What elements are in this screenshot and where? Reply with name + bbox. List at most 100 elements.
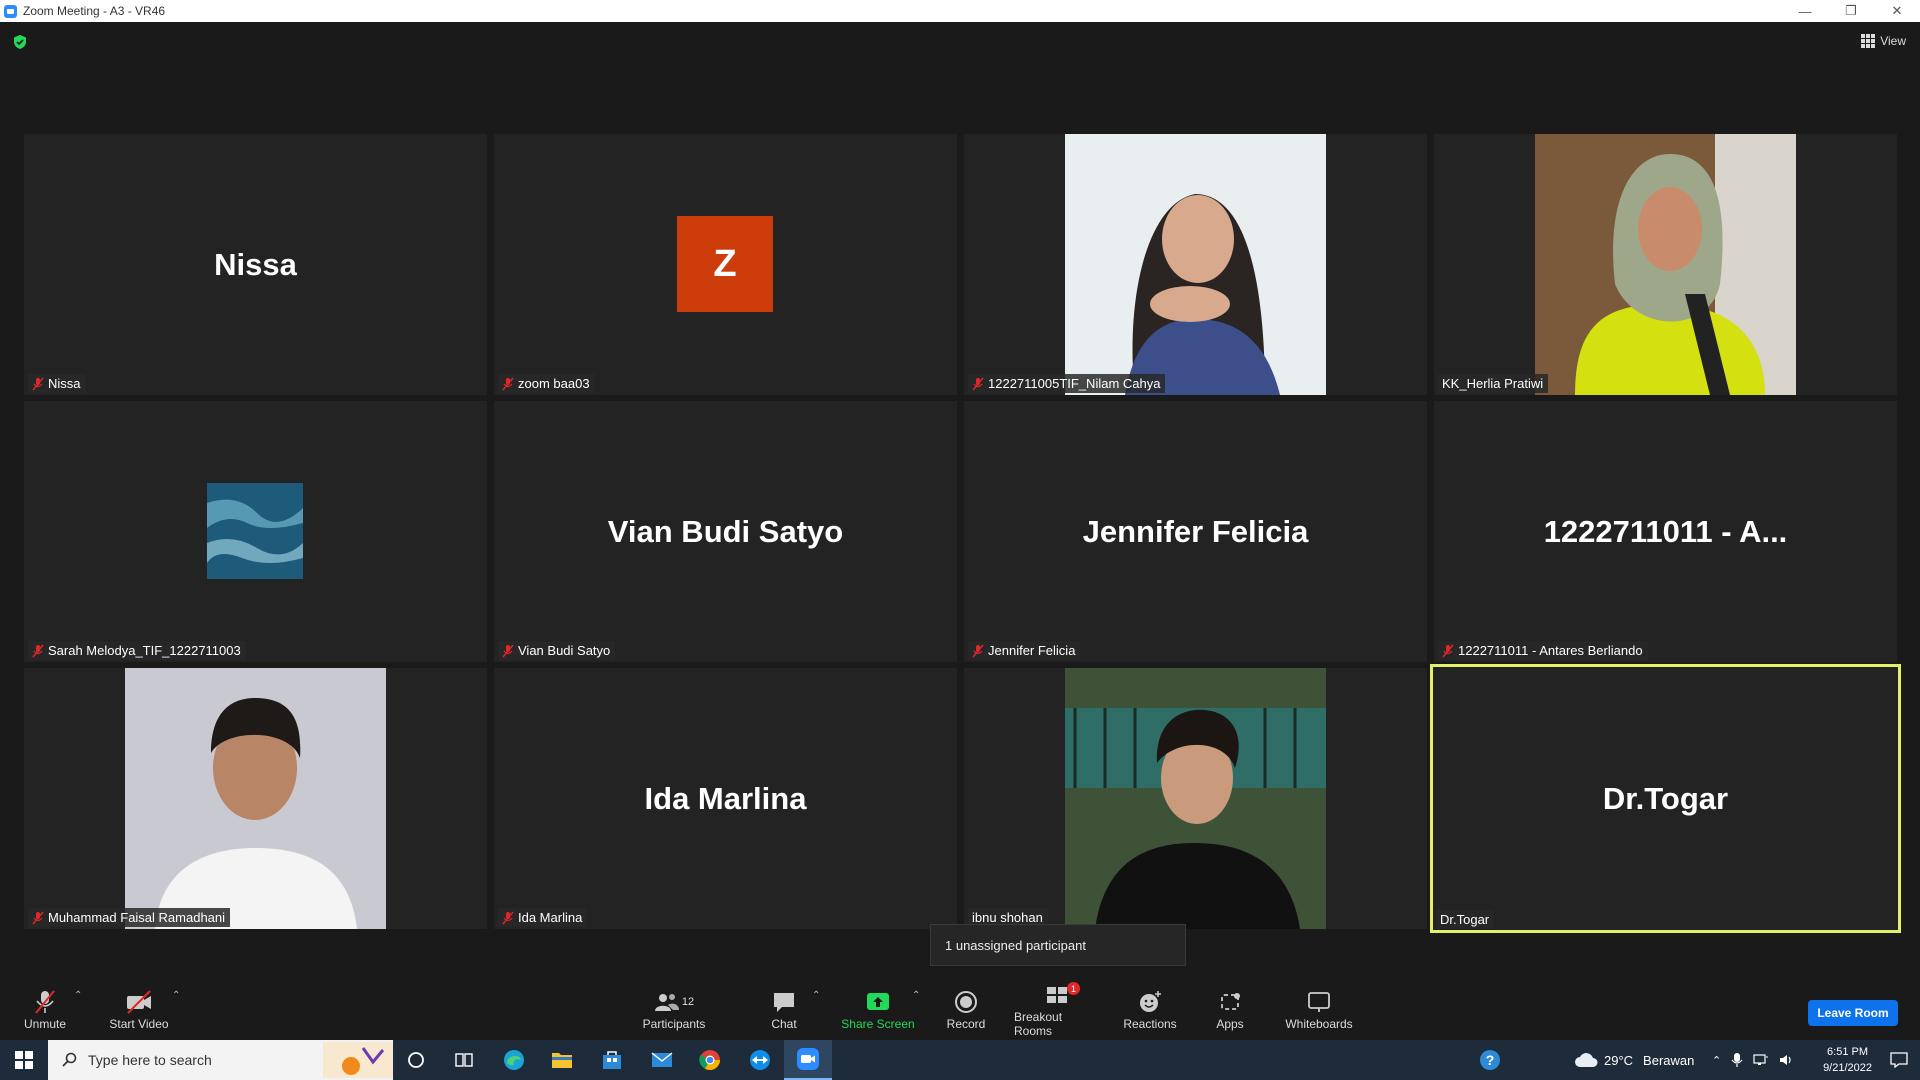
weather-widget[interactable]: 29°C Berawan [1574,1040,1694,1080]
participants-icon-wrap: 12 [652,989,696,1015]
video-tile-zoom-baa03[interactable]: Z zoom baa03 [494,134,957,395]
whiteboards-button[interactable]: Whiteboards [1282,980,1356,1040]
zoom-logo-icon [4,4,17,18]
reactions-label: Reactions [1123,1017,1177,1031]
mic-muted-icon [972,644,984,657]
restore-button[interactable]: ❐ [1828,0,1874,22]
unmute-button[interactable]: Unmute [20,980,70,1040]
store-taskbar-button[interactable] [588,1040,636,1080]
breakout-tooltip: 1 unassigned participant [930,924,1186,966]
chat-button[interactable]: Chat [764,980,804,1040]
clock-date: 9/21/2022 [1823,1062,1872,1074]
video-tile-herlia-pratiwi[interactable]: KK_Herlia Pratiwi [1434,134,1897,395]
gallery-grid-icon [1861,34,1876,48]
video-options-caret[interactable]: ⌃ [172,990,180,1001]
video-tile-ida-marlina[interactable]: Ida Marlina Ida Marlina [494,668,957,929]
encryption-shield-icon[interactable] [12,34,28,50]
weather-description: Berawan [1643,1052,1695,1068]
view-button[interactable]: View [1861,34,1906,48]
microphone-tray-icon[interactable] [1731,1052,1743,1068]
participant-label-text: Ida Marlina [518,910,583,925]
participant-label-text: Vian Budi Satyo [518,643,611,658]
cortana-button[interactable] [392,1040,440,1080]
zoom-taskbar-button[interactable] [784,1040,832,1080]
avatar: Z [677,216,773,312]
view-label: View [1880,34,1906,48]
tray-overflow-chevron-icon[interactable]: ⌃ [1712,1054,1721,1067]
network-tray-icon[interactable] [1753,1053,1769,1067]
participant-label-text: ibnu shohan [972,910,1043,925]
video-tile-ibnu-shohan[interactable]: ibnu shohan [964,668,1427,929]
mic-muted-icon [35,990,55,1014]
participant-display-name: 1222711011 - A... [1543,513,1788,549]
video-tile-jennifer-felicia[interactable]: Jennifer Felicia Jennifer Felicia [964,401,1427,662]
record-label: Record [946,1017,986,1031]
reactions-button[interactable]: Reactions [1122,980,1178,1040]
share-screen-label: Share Screen [841,1017,915,1031]
share-options-caret[interactable]: ⌃ [912,990,920,1001]
participant-display-name: Vian Budi Satyo [607,513,844,549]
participant-label-text: Dr.Togar [1440,912,1490,927]
help-tray-button[interactable]: ? [1478,1040,1502,1080]
close-button[interactable]: ✕ [1874,0,1920,22]
file-explorer-taskbar-button[interactable] [538,1040,586,1080]
breakout-rooms-button[interactable]: 1 Breakout Rooms [1014,980,1102,1040]
share-screen-button[interactable]: Share Screen [838,980,918,1040]
taskbar-clock[interactable]: 6:51 PM 9/21/2022 [1823,1044,1872,1076]
task-view-icon [455,1053,473,1067]
mail-taskbar-button[interactable] [638,1040,686,1080]
participant-label-text: zoom baa03 [518,376,590,391]
chrome-browser-icon [699,1050,720,1070]
teamviewer-taskbar-button[interactable] [736,1040,784,1080]
share-screen-icon [867,993,889,1010]
video-tile-sarah-melodya[interactable]: Sarah Melodya_TIF_1222711003 [24,401,487,662]
clock-time: 6:51 PM [1827,1046,1869,1058]
system-tray-icons: ⌃ [1712,1040,1795,1080]
task-view-button[interactable] [440,1040,488,1080]
taskbar-search-input[interactable]: Type here to search [48,1040,393,1080]
mic-muted-icon [502,644,514,657]
svg-text:?: ? [1486,1052,1495,1068]
chat-options-caret[interactable]: ⌃ [812,990,820,1001]
cloud-weather-icon [1575,1053,1598,1067]
video-tile-antares-berliando[interactable]: 1222711011 - A... 1222711011 - Antares B… [1434,401,1897,662]
participant-name-label: Jennifer Felicia [968,641,1081,660]
leave-room-button[interactable]: Leave Room [1808,1000,1898,1026]
participant-name-label: Ida Marlina [498,908,588,927]
start-video-button[interactable]: Start Video [104,980,174,1040]
chat-icon [774,993,794,1012]
apps-button[interactable]: Apps [1210,980,1250,1040]
volume-tray-icon[interactable] [1779,1053,1795,1067]
participants-count: 12 [681,996,695,1008]
video-tile-dr-togar[interactable]: Dr.Togar Dr.Togar [1430,664,1901,933]
participant-label-text: Nissa [48,376,81,391]
minimize-button[interactable]: — [1782,0,1828,22]
mail-icon [651,1052,673,1067]
search-icon [62,1052,77,1067]
participants-button[interactable]: 12 Participants [638,980,710,1040]
notification-center-button[interactable] [1890,1040,1908,1080]
mic-muted-icon [32,911,44,924]
video-tile-nissa[interactable]: Nissa Nissa [24,134,487,395]
start-button[interactable] [0,1040,48,1080]
participant-name-label: 1222711011 - Antares Berliando [1438,641,1648,660]
meeting-toolbar: Unmute ⌃ Start Video ⌃ 12 Participants C… [0,980,1920,1040]
whiteboards-label: Whiteboards [1285,1017,1353,1031]
video-tile-vian-budi-satyo[interactable]: Vian Budi Satyo Vian Budi Satyo [494,401,957,662]
participant-video-image [125,668,386,929]
participant-label-text: KK_Herlia Pratiwi [1442,376,1544,391]
mic-muted-icon [1442,644,1454,657]
video-tile-muhammad-faisal[interactable]: Muhammad Faisal Ramadhani [24,668,487,929]
participant-name-label: Vian Budi Satyo [498,641,616,660]
video-tile-nilam-cahya[interactable]: 1222711005TIF_Nilam Cahya [964,134,1427,395]
mic-muted-icon [502,377,514,390]
edge-taskbar-button[interactable] [490,1040,538,1080]
audio-options-caret[interactable]: ⌃ [74,990,82,1001]
mic-muted-icon [32,377,44,390]
breakout-badge: 1 [1067,982,1080,995]
mic-muted-icon [972,377,984,390]
participant-name-label: Dr.Togar [1436,910,1495,929]
chat-label: Chat [771,1017,797,1031]
record-button[interactable]: Record [944,980,988,1040]
chrome-taskbar-button[interactable] [686,1040,734,1080]
